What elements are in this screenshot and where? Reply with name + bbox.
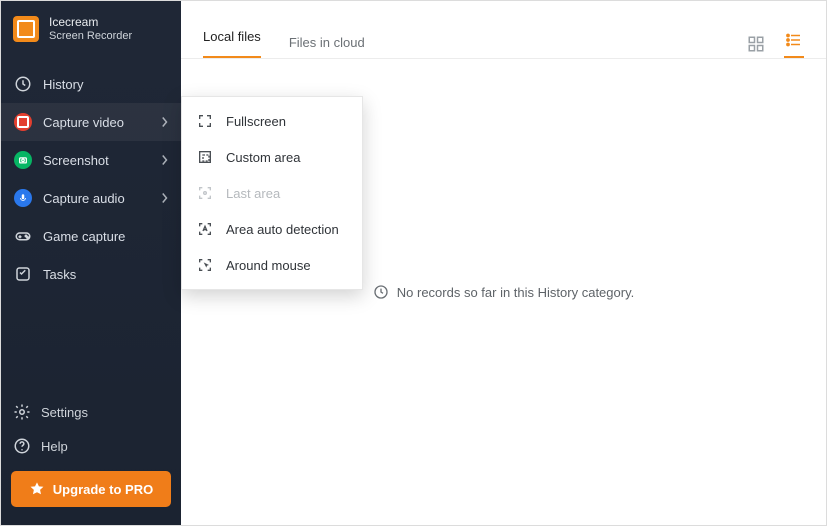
empty-text: No records so far in this History catego… (397, 285, 634, 300)
list-view-button[interactable] (784, 30, 804, 58)
sidebar-item-capture-audio[interactable]: Capture audio (1, 179, 181, 217)
sidebar-item-label: Screenshot (43, 153, 109, 168)
upgrade-label: Upgrade to PRO (53, 482, 153, 497)
tabs: Local files Files in cloud (181, 1, 826, 59)
sidebar-item-game-capture[interactable]: Game capture (1, 217, 181, 255)
sidebar-item-tasks[interactable]: Tasks (1, 255, 181, 293)
titlebar: Icecream Screen Recorder (1, 1, 181, 57)
chevron-right-icon (161, 154, 169, 166)
tab-local-files[interactable]: Local files (203, 20, 261, 58)
custom-area-icon (196, 148, 214, 166)
tab-label: Files in cloud (289, 35, 365, 50)
sidebar-item-history[interactable]: History (1, 65, 181, 103)
flyout-item-around-mouse[interactable]: Around mouse (182, 247, 362, 283)
sidebar-item-label: Tasks (43, 267, 76, 282)
history-icon (13, 74, 33, 94)
flyout-item-label: Custom area (226, 150, 300, 165)
sidebar-nav: History Capture video Screenshot Capture… (1, 57, 181, 293)
gamepad-icon (13, 226, 33, 246)
help-icon (13, 437, 31, 455)
sidebar: History Capture video Screenshot Capture… (1, 57, 181, 525)
app-logo (13, 16, 39, 42)
help-label: Help (41, 439, 68, 454)
flyout-item-label: Around mouse (226, 258, 311, 273)
clock-icon (373, 284, 389, 300)
flyout-item-fullscreen[interactable]: Fullscreen (182, 103, 362, 139)
chevron-right-icon (161, 192, 169, 204)
flyout-item-label: Fullscreen (226, 114, 286, 129)
around-mouse-icon (196, 256, 214, 274)
grid-view-button[interactable] (746, 34, 766, 54)
last-area-icon (196, 184, 214, 202)
tab-files-in-cloud[interactable]: Files in cloud (289, 26, 365, 58)
sidebar-item-label: Game capture (43, 229, 125, 244)
tasks-icon (13, 264, 33, 284)
flyout-item-label: Area auto detection (226, 222, 339, 237)
flyout-item-custom-area[interactable]: Custom area (182, 139, 362, 175)
sidebar-bottom: Settings Help Upgrade to PRO (1, 395, 181, 525)
flyout-item-last-area: Last area (182, 175, 362, 211)
sidebar-item-label: Capture audio (43, 191, 125, 206)
app-subtitle: Screen Recorder (49, 29, 132, 43)
star-icon (29, 481, 45, 497)
mic-icon (13, 188, 33, 208)
empty-state: No records so far in this History catego… (373, 284, 634, 300)
auto-detect-icon (196, 220, 214, 238)
settings-label: Settings (41, 405, 88, 420)
record-icon (13, 112, 33, 132)
fullscreen-icon (196, 112, 214, 130)
sidebar-item-label: History (43, 77, 83, 92)
capture-video-flyout: Fullscreen Custom area Last area Area au… (181, 96, 363, 290)
view-toggles (746, 30, 804, 58)
gear-icon (13, 403, 31, 421)
app-window: { "app": {"name": "Icecream", "subtitle"… (0, 0, 827, 526)
tab-label: Local files (203, 29, 261, 44)
sidebar-item-capture-video[interactable]: Capture video (1, 103, 181, 141)
chevron-right-icon (161, 116, 169, 128)
sidebar-item-settings[interactable]: Settings (1, 395, 181, 429)
sidebar-item-help[interactable]: Help (1, 429, 181, 463)
camera-icon (13, 150, 33, 170)
app-name: Icecream (49, 15, 132, 29)
sidebar-item-label: Capture video (43, 115, 124, 130)
app-title: Icecream Screen Recorder (49, 15, 132, 43)
flyout-item-label: Last area (226, 186, 280, 201)
upgrade-button[interactable]: Upgrade to PRO (11, 471, 171, 507)
flyout-item-area-auto-detection[interactable]: Area auto detection (182, 211, 362, 247)
sidebar-item-screenshot[interactable]: Screenshot (1, 141, 181, 179)
